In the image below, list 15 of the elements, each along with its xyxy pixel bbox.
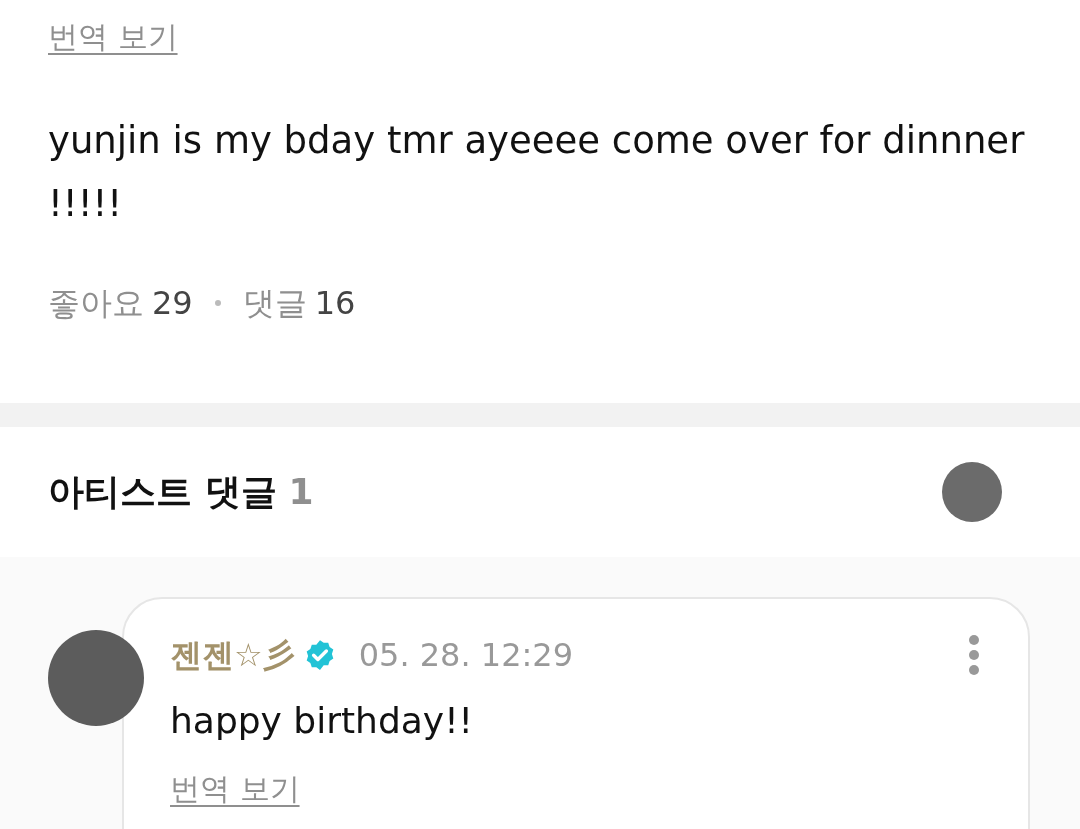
post-text: yunjin is my bday tmr ayeeee come over for dinnner !!!!! xyxy=(48,118,1026,227)
author-name[interactable]: 젠젠☆彡 xyxy=(170,631,295,679)
stat-label[interactable]: 댓글 xyxy=(242,279,307,327)
separator-dot xyxy=(214,300,221,306)
stat-label[interactable]: 좋아요 xyxy=(48,279,144,327)
comment-text: happy birthday!! xyxy=(170,699,474,743)
translate-link[interactable]: 번역 보기 xyxy=(170,766,300,811)
section-title: 아티스트 댓글 xyxy=(48,470,277,514)
translate-link[interactable]: 번역 보기 xyxy=(48,14,178,59)
avatar-placeholder[interactable] xyxy=(942,462,1002,522)
stat-count[interactable]: 16 xyxy=(314,279,356,327)
comment-time: 05. 28. 12:29 xyxy=(358,635,574,676)
stat-count[interactable]: 29 xyxy=(152,279,193,327)
comment-count: 1 xyxy=(288,470,314,514)
more-menu-icon[interactable] xyxy=(968,635,980,675)
